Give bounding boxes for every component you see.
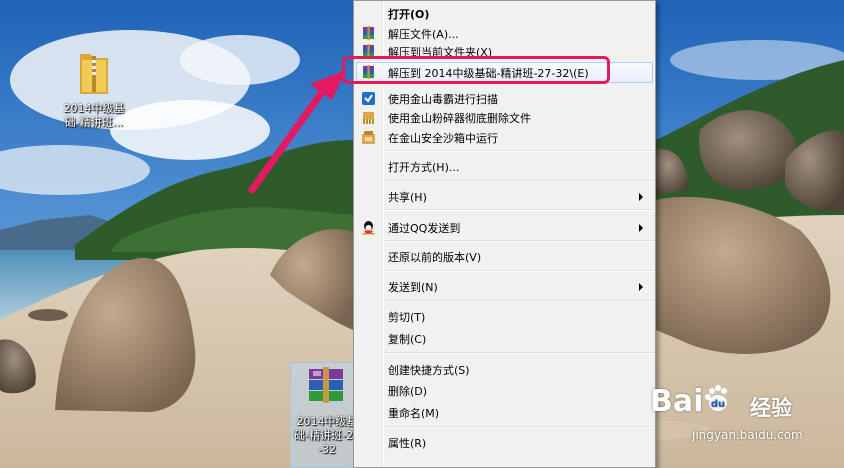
submenu-arrow-icon [639, 193, 643, 201]
qq-icon [362, 221, 375, 235]
menu-item-label: 打开方式(H)... [388, 161, 460, 174]
menu-separator [384, 352, 654, 354]
watermark-brand: Bai du [650, 384, 733, 419]
menu-item-sandbox-run[interactable]: 在金山安全沙箱中运行 [356, 127, 653, 148]
menu-item-label: 打开(O) [388, 8, 430, 21]
sandbox-icon [362, 131, 375, 144]
menu-item-label: 删除(D) [388, 385, 428, 398]
menu-separator [384, 180, 654, 182]
menu-item-send-to[interactable]: 发送到(N) [356, 276, 653, 297]
antivirus-icon [362, 92, 375, 105]
menu-item-open[interactable]: 打开(O) [356, 3, 653, 24]
annotation-highlight-box [342, 56, 610, 84]
menu-item-label: 剪切(T) [388, 311, 426, 324]
menu-item-label: 还原以前的版本(V) [388, 251, 482, 264]
menu-item-duba-scan[interactable]: 使用金山毒霸进行扫描 [356, 88, 653, 109]
menu-item-label: 使用金山毒霸进行扫描 [388, 93, 498, 106]
menu-item-send-via-qq[interactable]: 通过QQ发送到 [356, 217, 653, 238]
menu-item-label: 发送到(N) [388, 281, 438, 294]
desktop[interactable]: 2014中级基础-精讲班... 2014中级基础-精讲班-27-32 打开(O)… [0, 0, 844, 468]
menu-item-share[interactable]: 共享(H) [356, 186, 653, 207]
menu-item-label: 属性(R) [388, 437, 427, 450]
menu-separator [384, 209, 654, 211]
menu-separator [384, 240, 654, 242]
menu-separator [384, 426, 654, 428]
menu-separator [384, 150, 654, 152]
submenu-arrow-icon [639, 224, 643, 232]
menu-separator [384, 300, 654, 302]
menu-item-properties[interactable]: 属性(R) [356, 432, 653, 453]
menu-item-shred-file[interactable]: 使用金山粉碎器彻底删除文件 [356, 107, 653, 128]
menu-item-cut[interactable]: 剪切(T) [356, 306, 653, 327]
menu-item-create-shortcut[interactable]: 创建快捷方式(S) [356, 359, 653, 380]
menu-item-open-with[interactable]: 打开方式(H)... [356, 156, 653, 177]
menu-item-label: 在金山安全沙箱中运行 [388, 132, 498, 145]
menu-item-label: 共享(H) [388, 191, 427, 204]
submenu-arrow-icon [639, 283, 643, 291]
menu-item-delete[interactable]: 删除(D) [356, 380, 653, 401]
baidu-jingyan-watermark: Bai du 经验 jingyan.baidu.com [650, 380, 840, 465]
svg-text:du: du [711, 399, 725, 410]
paw-logo-icon: du [705, 385, 728, 411]
menu-item-copy[interactable]: 复制(C) [356, 328, 653, 349]
menu-item-rename[interactable]: 重命名(M) [356, 402, 653, 423]
shredder-icon [363, 112, 374, 124]
watermark-url: jingyan.baidu.com [692, 428, 803, 442]
winrar-icon [363, 26, 374, 40]
menu-item-label: 复制(C) [388, 333, 427, 346]
menu-item-label: 创建快捷方式(S) [388, 364, 470, 377]
menu-item-label: 解压文件(A)... [388, 28, 459, 41]
watermark-product: 经验 [750, 396, 792, 420]
menu-item-label: 重命名(M) [388, 407, 440, 420]
menu-separator [384, 270, 654, 272]
menu-item-restore-previous[interactable]: 还原以前的版本(V) [356, 246, 653, 267]
menu-item-label: 通过QQ发送到 [388, 222, 461, 235]
menu-item-label: 使用金山粉碎器彻底删除文件 [388, 112, 531, 125]
